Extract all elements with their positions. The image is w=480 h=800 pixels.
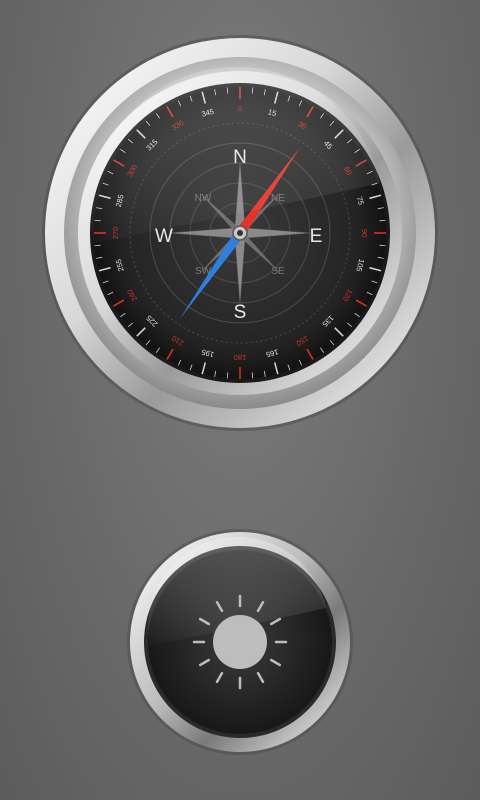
compass-label-south: S xyxy=(234,302,247,323)
compass-label-se: SE xyxy=(271,266,285,277)
compass-label-east: E xyxy=(310,226,323,247)
compass-svg: 3451545751051351651952252552853150306090… xyxy=(42,35,438,431)
compass-tick xyxy=(379,244,386,247)
compass-tick xyxy=(251,372,254,379)
compass-dial: 3451545751051351651952252552853150306090… xyxy=(40,33,440,433)
light-button-svg[interactable] xyxy=(126,528,354,756)
compass-tick xyxy=(226,372,229,379)
compass-tick xyxy=(94,244,101,247)
compass-degree-label-red: 90 xyxy=(360,229,369,237)
light-toggle-button[interactable] xyxy=(126,528,354,756)
compass-degree-label-red: 180 xyxy=(234,353,247,362)
compass-tick xyxy=(379,219,386,222)
